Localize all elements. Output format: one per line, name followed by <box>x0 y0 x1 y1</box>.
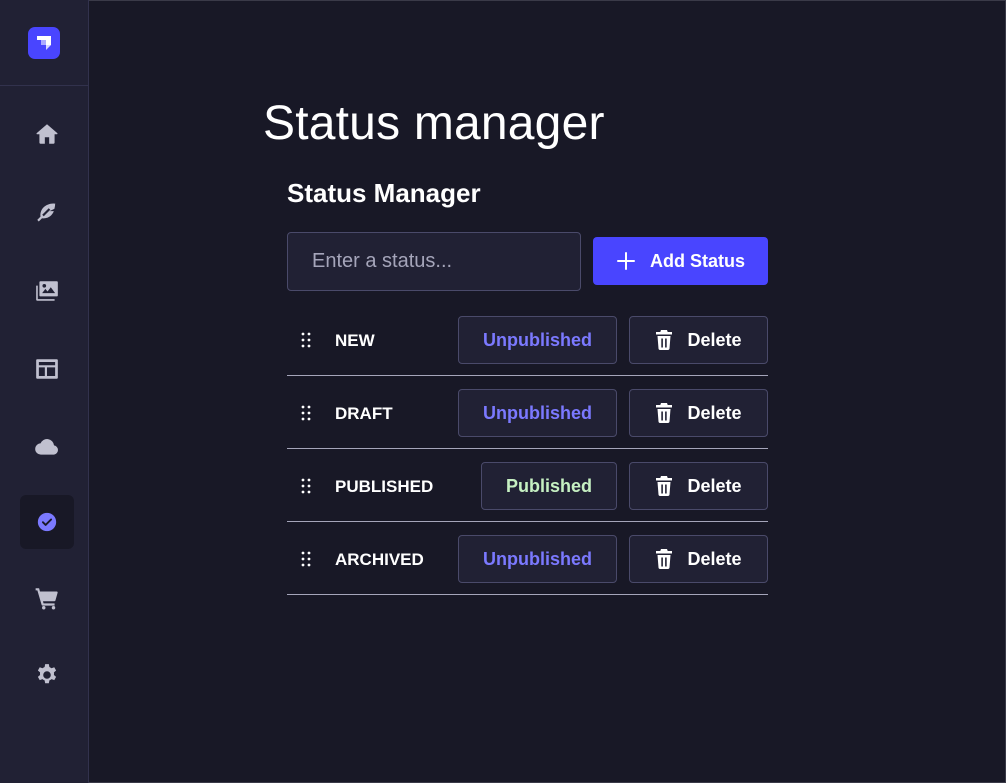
publish-toggle-button[interactable]: Unpublished <box>458 535 617 583</box>
status-row: DRAFT Unpublished Delete <box>287 376 768 449</box>
nav-home[interactable] <box>20 107 74 161</box>
delete-button[interactable]: Delete <box>629 316 768 364</box>
trash-icon <box>656 476 673 496</box>
check-circle-icon <box>37 512 57 532</box>
app-logo[interactable] <box>28 26 60 59</box>
delete-label: Delete <box>687 475 742 496</box>
delete-button[interactable]: Delete <box>629 535 768 583</box>
status-name: NEW <box>335 331 375 350</box>
drag-handle-icon[interactable] <box>300 478 312 494</box>
layout-icon <box>36 359 58 379</box>
cart-icon <box>35 588 58 610</box>
delete-button[interactable]: Delete <box>629 389 768 437</box>
trash-icon <box>656 403 673 423</box>
page-title: Status manager <box>263 97 605 150</box>
nav-content[interactable] <box>20 186 74 240</box>
trash-icon <box>656 330 673 350</box>
drag-handle-icon[interactable] <box>300 332 312 348</box>
trash-icon <box>656 549 673 569</box>
gear-icon <box>37 664 57 684</box>
nav-cloud[interactable] <box>20 420 74 474</box>
logo-area <box>0 0 88 86</box>
status-input[interactable] <box>287 232 581 291</box>
home-icon <box>36 124 58 144</box>
sidebar <box>0 0 89 783</box>
logo-icon <box>37 35 51 50</box>
status-row: PUBLISHED Published Delete <box>287 449 768 522</box>
status-row: NEW Unpublished Delete <box>287 303 768 376</box>
media-library-icon <box>36 281 58 301</box>
publish-toggle-button[interactable]: Unpublished <box>458 389 617 437</box>
nav-status-manager[interactable] <box>20 495 74 549</box>
delete-label: Delete <box>687 548 742 569</box>
status-name: ARCHIVED <box>335 550 424 569</box>
status-row: ARCHIVED Unpublished Delete <box>287 522 768 595</box>
drag-handle-icon[interactable] <box>300 551 312 567</box>
nav-settings[interactable] <box>20 648 74 702</box>
cloud-icon <box>35 439 58 455</box>
nav-media-library[interactable] <box>20 264 74 318</box>
publish-toggle-button[interactable]: Unpublished <box>458 316 617 364</box>
delete-label: Delete <box>687 402 742 423</box>
feather-icon <box>37 203 57 222</box>
nav-marketplace[interactable] <box>20 571 74 625</box>
delete-button[interactable]: Delete <box>629 462 768 510</box>
plus-icon <box>616 252 635 270</box>
section-title: Status Manager <box>287 178 481 208</box>
add-status-button[interactable]: Add Status <box>593 237 768 285</box>
nav-content-type-builder[interactable] <box>20 342 74 396</box>
publish-toggle-button[interactable]: Published <box>480 462 617 510</box>
status-name: PUBLISHED <box>335 477 434 496</box>
status-name: DRAFT <box>335 404 393 423</box>
add-status-label: Add Status <box>649 250 745 271</box>
drag-handle-icon[interactable] <box>300 405 312 421</box>
delete-label: Delete <box>687 329 742 350</box>
